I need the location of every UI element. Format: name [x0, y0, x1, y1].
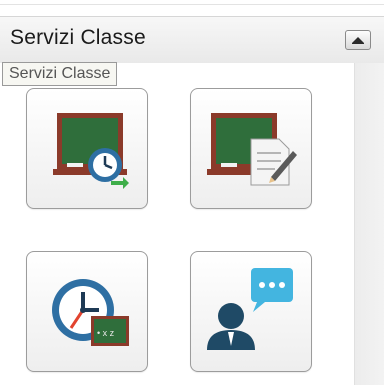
chevron-up-icon — [352, 37, 364, 44]
tile-blackboard-clock[interactable] — [26, 88, 148, 209]
collapse-button[interactable] — [345, 30, 371, 50]
tooltip: Servizi Classe — [2, 62, 118, 86]
panel-title: Servizi Classe — [10, 26, 146, 49]
tile-blackboard-notes[interactable] — [190, 88, 312, 209]
person-chat-icon — [207, 268, 293, 350]
panel-top-border — [0, 0, 384, 5]
scrollbar-track[interactable] — [354, 63, 384, 385]
servizi-classe-panel: Servizi Classe • x z Servizi Classe — [0, 0, 384, 385]
tile-clock-blackboard[interactable]: • x z — [26, 251, 148, 372]
blackboard-notes-icon — [207, 113, 297, 186]
clock-blackboard-icon: • x z — [52, 279, 129, 346]
svg-text:• x z: • x z — [97, 328, 115, 338]
tile-person-chat[interactable] — [190, 251, 312, 372]
blackboard-clock-icon — [53, 113, 129, 189]
panel-header[interactable]: Servizi Classe — [0, 16, 384, 64]
